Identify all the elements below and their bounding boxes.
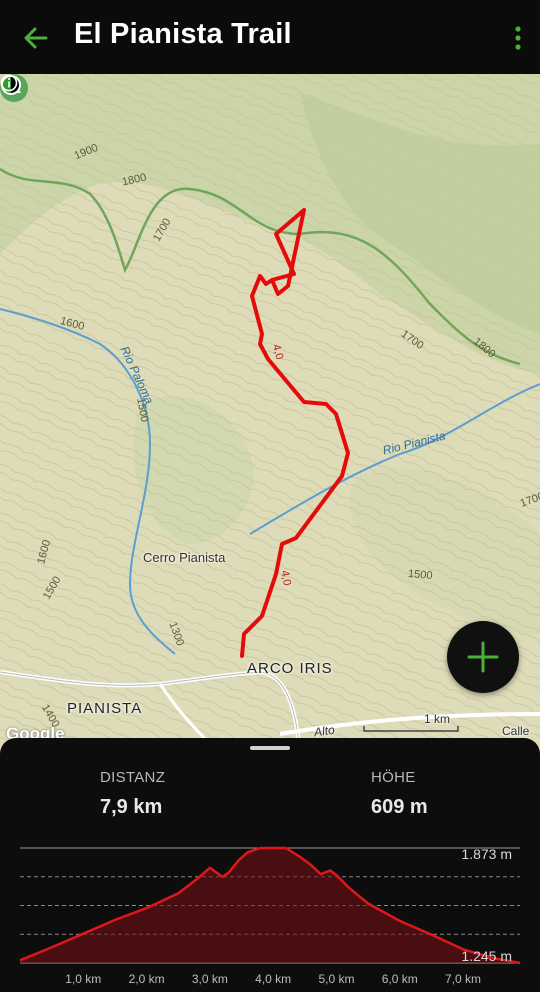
x-tick-label: 4,0 km (255, 972, 291, 986)
plus-icon (467, 641, 499, 673)
x-tick-label: 7,0 km (445, 972, 481, 986)
road-label: Calle (502, 724, 530, 738)
back-arrow-icon[interactable] (20, 22, 52, 54)
route-km-marker: 4,0 (278, 569, 293, 587)
add-button[interactable] (447, 621, 519, 693)
contour-label: 1500 (407, 567, 433, 583)
sheet-drag-handle[interactable] (250, 746, 290, 750)
elevation-profile-chart[interactable]: 1.873 m 1.245 m 1,0 km 2,0 km 3,0 km 4,0 km 5,… (0, 838, 540, 992)
x-tick-label: 1,0 km (65, 972, 101, 986)
scale-label: 1 km (424, 712, 451, 726)
road-label: Alto (313, 722, 336, 740)
stats-sheet[interactable]: DISTANZ 7,9 km HÖHE 609 m 1.873 m 1.245 m… (0, 738, 540, 992)
x-tick-label: 5,0 km (318, 972, 354, 986)
y-max-label: 1.873 m (461, 846, 512, 862)
height-label: HÖHE (371, 769, 416, 786)
distance-label: DISTANZ (100, 769, 166, 786)
app-bar: El Pianista Trail (0, 0, 540, 74)
info-icon[interactable] (0, 74, 18, 92)
topo-map[interactable]: 1900 1800 1700 1600 1500 1600 1500 1300 … (0, 74, 540, 754)
elevation-area (20, 848, 520, 963)
distance-stat: DISTANZ 7,9 km (100, 769, 165, 819)
page-title: El Pianista Trail (74, 18, 292, 50)
height-value: 609 m (371, 796, 428, 818)
height-stat: HÖHE 609 m (371, 769, 428, 819)
place-label: ARCO IRIS (247, 660, 333, 677)
distance-value: 7,9 km (100, 796, 163, 818)
y-min-label: 1.245 m (461, 948, 512, 964)
place-label: PIANISTA (67, 700, 143, 717)
x-tick-label: 2,0 km (129, 972, 165, 986)
more-vert-icon[interactable] (512, 22, 524, 54)
x-tick-label: 3,0 km (192, 972, 228, 986)
x-tick-label: 6,0 km (382, 972, 418, 986)
poi-label: Cerro Pianista (143, 550, 226, 565)
